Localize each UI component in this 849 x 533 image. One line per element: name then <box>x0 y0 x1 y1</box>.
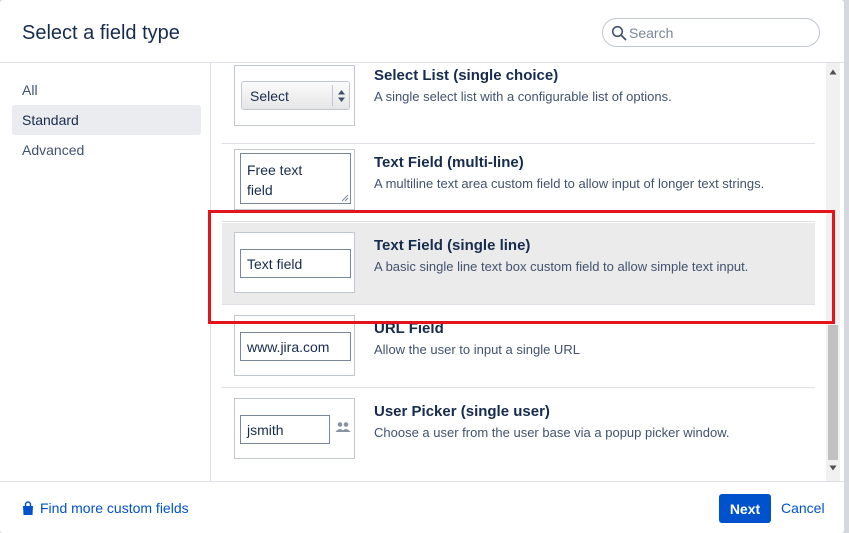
search-input[interactable] <box>629 22 809 43</box>
find-more-label: Find more custom fields <box>40 500 189 516</box>
field-type-select-list[interactable]: Select Select List (single choice) A sin… <box>222 63 815 144</box>
textarea-preview-line: field <box>247 182 273 198</box>
select-field-type-dialog: Select a field type All Standard Advance… <box>0 0 844 533</box>
next-button[interactable]: Next <box>719 494 771 523</box>
field-type-description: A multiline text area custom field to al… <box>374 176 765 191</box>
field-preview: www.jira.com <box>234 315 355 376</box>
cancel-button[interactable]: Cancel <box>781 500 825 516</box>
field-type-description: A basic single line text box custom fiel… <box>374 259 749 274</box>
sidebar-item-all[interactable]: All <box>12 75 201 105</box>
field-type-description: Choose a user from the user base via a p… <box>374 425 730 440</box>
field-type-title: URL Field <box>374 320 444 337</box>
sidebar-item-advanced[interactable]: Advanced <box>12 135 201 165</box>
sidebar-item-standard[interactable]: Standard <box>12 105 201 135</box>
field-type-title: Select List (single choice) <box>374 67 559 84</box>
input-preview: www.jira.com <box>240 332 351 361</box>
scroll-down-arrow-icon[interactable] <box>829 465 837 471</box>
updown-arrows-icon <box>338 90 345 102</box>
field-preview: jsmith <box>234 398 355 459</box>
field-preview: Select <box>234 65 355 126</box>
category-sidebar: All Standard Advanced <box>0 63 211 481</box>
field-type-title: Text Field (multi-line) <box>374 154 524 171</box>
select-preview-label: Select <box>250 88 289 104</box>
search-box[interactable] <box>602 18 820 47</box>
field-type-text-single-line[interactable]: Text field Text Field (single line) A ba… <box>222 223 815 305</box>
field-type-description: A single select list with a configurable… <box>374 89 672 104</box>
field-type-url[interactable]: www.jira.com URL Field Allow the user to… <box>222 306 815 388</box>
field-preview: Text field <box>234 232 355 293</box>
field-type-text-multi-line[interactable]: Free text field Text Field (multi-line) … <box>222 140 815 222</box>
dialog-header: Select a field type <box>0 0 844 63</box>
select-preview: Select <box>241 81 350 110</box>
field-type-title: User Picker (single user) <box>374 403 550 420</box>
field-type-user-picker[interactable]: jsmith User Picker (single user) Choose … <box>222 389 815 471</box>
dialog-title: Select a field type <box>22 22 180 44</box>
scrollbar-thumb[interactable] <box>828 325 838 460</box>
dialog-footer: Find more custom fields Next Cancel <box>0 481 844 533</box>
field-preview: Free text field <box>234 149 355 210</box>
input-preview: jsmith <box>240 415 330 444</box>
search-icon <box>611 25 627 41</box>
field-type-description: Allow the user to input a single URL <box>374 342 580 357</box>
users-icon <box>335 422 351 432</box>
field-type-list: Select Select List (single choice) A sin… <box>212 63 824 481</box>
resize-grip-icon <box>341 194 349 202</box>
find-more-custom-fields-link[interactable]: Find more custom fields <box>22 500 189 516</box>
list-scrollbar[interactable] <box>826 63 840 481</box>
field-type-title: Text Field (single line) <box>374 237 531 254</box>
textarea-preview: Free text field <box>240 153 351 204</box>
input-preview: Text field <box>240 249 351 278</box>
textarea-preview-line: Free text <box>247 162 303 178</box>
shopping-bag-icon <box>23 500 33 515</box>
scroll-up-arrow-icon[interactable] <box>829 69 837 75</box>
